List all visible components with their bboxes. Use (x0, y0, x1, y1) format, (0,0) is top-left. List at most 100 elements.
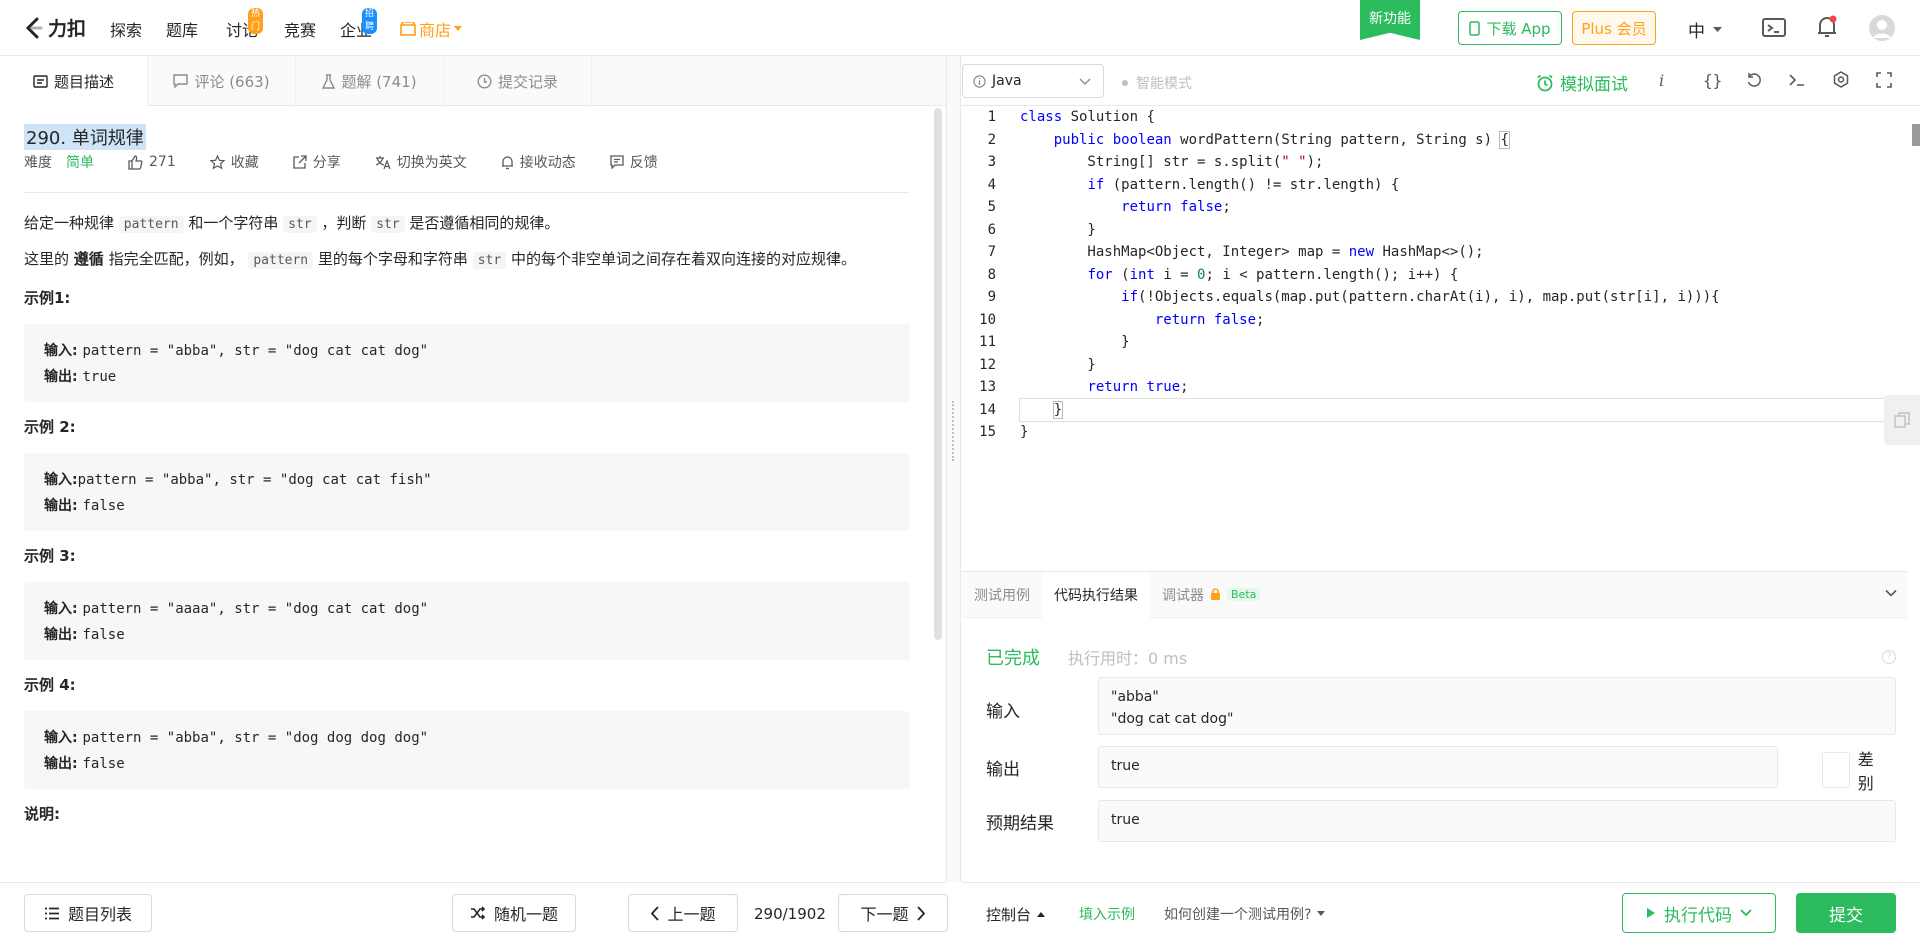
line-number: 1 (987, 109, 996, 125)
feedback-button[interactable]: 反馈 (610, 152, 658, 172)
drag-handle[interactable] (952, 401, 955, 461)
note-title: 说明: (24, 805, 60, 823)
side-panel-toggle[interactable] (1884, 395, 1920, 445)
tab-solutions-label: 题解 (741) (341, 72, 417, 91)
text: 是否遵循相同的规律。 (404, 214, 560, 232)
console-toggle[interactable]: 控制台 (986, 904, 1046, 925)
example-output: false (82, 498, 125, 514)
caret-down-icon (1317, 911, 1326, 916)
star-icon (209, 154, 225, 170)
line-number: 11 (979, 334, 996, 350)
nav-explore[interactable]: 探索 (110, 17, 142, 41)
text: 和一个字符串 (183, 214, 284, 232)
tab-run-result[interactable]: 代码执行结果 (1042, 571, 1150, 618)
code-editor[interactable]: 1 2 3 4 5 6 7 8 9 10 11 12 13 14 15 class Solution { p… (962, 106, 1920, 571)
line-number: 6 (987, 221, 996, 238)
tab-submissions[interactable]: 提交记录 (444, 56, 592, 106)
problem-meta: 难度 简单 271 收藏 分享 切换为英文 接收动态 反馈 (24, 154, 909, 193)
diff-checkbox[interactable] (1822, 752, 1850, 788)
output-label: 输出: (44, 498, 83, 514)
editor-scrollbar-thumb[interactable] (1912, 124, 1920, 146)
nav-contest[interactable]: 竞赛 (284, 17, 316, 41)
smart-mode-toggle[interactable]: 智能模式 (1122, 73, 1192, 93)
description-scrollbar[interactable] (934, 108, 942, 640)
tab-solutions[interactable]: 题解 (741) (296, 56, 444, 106)
line-number-gutter: 1 2 3 4 5 6 7 8 9 10 11 12 13 14 15 (962, 106, 1010, 444)
inline-code: str (472, 252, 507, 269)
line-number: 5 (987, 199, 996, 215)
difficulty-label: 难度 (24, 155, 52, 171)
chevron-down-icon[interactable] (1884, 586, 1898, 600)
example-4: 示例 4: 输入: pattern = "abba", str = "dog d… (24, 674, 910, 789)
run-code-label: 执行代码 (1664, 905, 1732, 926)
code-line-current: } (1019, 397, 1913, 422)
example-3: 示例 3: 输入: pattern = "aaaa", str = "dog c… (24, 545, 910, 660)
playground-icon[interactable] (1762, 17, 1786, 39)
shuffle-icon (470, 906, 486, 920)
info-italic-icon[interactable]: i (1659, 71, 1664, 90)
nav-problemset[interactable]: 题库 (166, 17, 198, 41)
code-lines[interactable]: class Solution { public boolean wordPatt… (1019, 106, 1913, 444)
nav-discuss[interactable]: 讨论 热门 (226, 8, 264, 41)
reset-icon[interactable] (1746, 72, 1762, 88)
next-problem-button[interactable]: 下一题 (838, 894, 948, 932)
language-select[interactable]: Java (962, 64, 1104, 98)
output-label: 输出: (44, 627, 83, 643)
line-number: 8 (987, 266, 996, 283)
problem-list-button[interactable]: 题目列表 (24, 894, 152, 932)
leetcode-logo-icon (25, 17, 43, 38)
settings-icon[interactable] (1832, 71, 1850, 89)
follow-updates-button[interactable]: 接收动态 (501, 152, 576, 172)
result-input-row: 输入 "abba" "dog cat cat dog" (986, 677, 1896, 735)
new-feature-ribbon[interactable]: 新功能 (1360, 0, 1420, 40)
code-line: for (int i = 0; i < pattern.length(); i+… (1087, 266, 1459, 283)
download-app-button[interactable]: 下载 App (1458, 11, 1562, 45)
example-title: 示例 3: (24, 547, 76, 565)
example-input: pattern = "aaaa", str = "dog cat cat dog… (82, 601, 429, 617)
fullscreen-icon[interactable] (1876, 72, 1892, 88)
switch-english-button[interactable]: 切换为英文 (375, 152, 467, 172)
random-problem-button[interactable]: 随机一题 (452, 894, 576, 932)
how-to-label: 如何创建一个测试用例? (1164, 907, 1312, 923)
terminal-icon[interactable] (1789, 73, 1805, 87)
prev-problem-button[interactable]: 上一题 (628, 894, 738, 932)
example-input: pattern = "abba", str = "dog cat cat fis… (77, 472, 432, 488)
example-box: 输入: pattern = "aaaa", str = "dog cat cat… (24, 582, 910, 660)
logo[interactable]: 力扣 (24, 14, 86, 41)
nav-shop[interactable]: 商店 (400, 17, 463, 41)
caret-down-icon (1713, 26, 1722, 32)
inline-code: pattern (248, 252, 314, 269)
code-line: } (1020, 356, 1096, 373)
nav-enterprise[interactable]: 企业 招聘 (340, 8, 378, 41)
format-code-icon[interactable]: {} (1703, 71, 1722, 90)
tab-description[interactable]: 题目描述 (0, 56, 148, 106)
submit-button[interactable]: 提交 (1796, 893, 1896, 933)
help-icon[interactable]: ? (1882, 650, 1896, 664)
code-line: HashMap<Object, Integer> map = new HashM… (1020, 244, 1484, 260)
editor-toolbar: Java 智能模式 模拟面试 i {} (962, 56, 1920, 106)
plus-member-button[interactable]: Plus 会员 (1572, 11, 1656, 45)
tab-comments[interactable]: 评论 (663) (148, 56, 296, 106)
run-code-button[interactable]: 执行代码 (1622, 893, 1776, 933)
favorite-button[interactable]: 收藏 (209, 152, 259, 172)
like-button[interactable]: 271 (128, 154, 176, 170)
panel-splitter[interactable] (946, 56, 961, 882)
follow-updates-label: 接收动态 (519, 155, 576, 171)
tab-debugger[interactable]: 调试器 Beta (1150, 572, 1272, 618)
avatar[interactable] (1868, 14, 1896, 42)
fill-example-link[interactable]: 填入示例 (1079, 904, 1135, 924)
tab-testcase[interactable]: 测试用例 (962, 572, 1042, 618)
language-switch[interactable]: 中 (1688, 17, 1722, 42)
line-number: 9 (987, 289, 996, 305)
share-button[interactable]: 分享 (293, 152, 341, 172)
flask-icon (322, 73, 336, 89)
mock-interview-button[interactable]: 模拟面试 (1536, 70, 1628, 95)
feedback-label: 反馈 (629, 155, 658, 171)
notification-bell-icon[interactable] (1816, 15, 1838, 39)
execution-time: 执行用时：0 ms (1068, 649, 1188, 668)
code-line: if(!Objects.equals(map.put(pattern.charA… (1121, 289, 1720, 305)
result-status: 已完成 (986, 648, 1040, 669)
diff-toggle[interactable]: 差别 (1822, 746, 1882, 794)
how-to-create-testcase[interactable]: 如何创建一个测试用例? (1164, 904, 1326, 924)
info-icon (973, 74, 986, 88)
